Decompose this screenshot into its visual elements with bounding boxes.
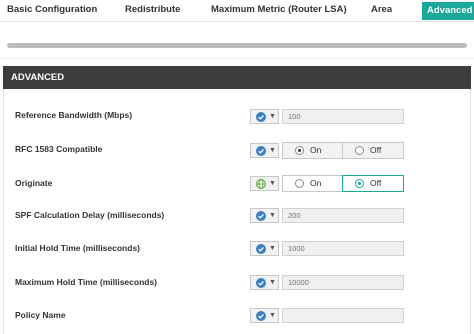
rfc1583-on-radio[interactable]: On (282, 142, 343, 159)
originate-off-radio[interactable]: Off (342, 175, 404, 192)
rfc1583-radio-group: On Off (282, 142, 405, 159)
spf-delay-source-dropdown[interactable]: ▼ (250, 208, 279, 223)
maximum-hold-time-label: Maximum Hold Time (milliseconds) (15, 277, 158, 287)
chevron-down-icon: ▼ (269, 113, 276, 120)
originate-on-label: On (310, 178, 322, 188)
policy-name-source-dropdown[interactable]: ▼ (250, 308, 279, 323)
chevron-down-icon: ▼ (269, 180, 276, 187)
policy-name-input[interactable] (282, 308, 404, 323)
policy-name-label: Policy Name (15, 310, 66, 320)
initial-hold-time-source-dropdown[interactable]: ▼ (250, 241, 279, 256)
section-header-advanced: ADVANCED (3, 66, 471, 89)
rfc1583-off-label: Off (370, 145, 382, 155)
reference-bandwidth-label: Reference Bandwidth (Mbps) (15, 110, 133, 120)
horizontal-scrollbar[interactable] (7, 43, 467, 48)
spf-delay-label: SPF Calculation Delay (milliseconds) (15, 210, 165, 220)
originate-off-label: Off (370, 178, 382, 188)
initial-hold-time-input[interactable] (282, 241, 404, 256)
rfc1583-source-dropdown[interactable]: ▼ (250, 143, 279, 158)
check-circle-icon (256, 278, 266, 288)
spf-delay-input[interactable] (282, 208, 404, 223)
check-circle-icon (256, 244, 266, 254)
tab-area[interactable]: Area (371, 4, 392, 15)
chevron-down-icon: ▼ (269, 212, 276, 219)
chevron-down-icon: ▼ (269, 312, 276, 319)
originate-label: Originate (15, 178, 53, 188)
check-circle-icon (256, 211, 266, 221)
chevron-down-icon: ▼ (269, 279, 276, 286)
radio-checked-icon (355, 179, 364, 188)
reference-bandwidth-source-dropdown[interactable]: ▼ (250, 109, 279, 124)
check-circle-icon (256, 146, 266, 156)
chevron-down-icon: ▼ (269, 147, 276, 154)
radio-unchecked-icon (355, 146, 364, 155)
tab-advanced[interactable]: Advanced (422, 2, 474, 20)
globe-icon (256, 179, 266, 189)
check-circle-icon (256, 112, 266, 122)
rfc1583-on-label: On (310, 145, 322, 155)
tab-redistribute[interactable]: Redistribute (125, 4, 180, 15)
radio-unchecked-icon (295, 179, 304, 188)
maximum-hold-time-input[interactable] (282, 275, 404, 290)
check-circle-icon (256, 311, 266, 321)
originate-on-radio[interactable]: On (282, 175, 343, 192)
tab-basic-configuration[interactable]: Basic Configuration (7, 4, 97, 15)
originate-source-dropdown[interactable]: ▼ (250, 176, 279, 191)
divider (0, 58, 474, 59)
tab-maximum-metric[interactable]: Maximum Metric (Router LSA) (211, 4, 347, 15)
chevron-down-icon: ▼ (269, 245, 276, 252)
radio-checked-icon (295, 146, 304, 155)
initial-hold-time-label: Initial Hold Time (milliseconds) (15, 243, 141, 253)
originate-radio-group: On Off (282, 175, 405, 192)
scroll-area (0, 22, 474, 62)
rfc1583-compatible-label: RFC 1583 Compatible (15, 144, 103, 154)
rfc1583-off-radio[interactable]: Off (342, 142, 404, 159)
reference-bandwidth-input[interactable] (282, 109, 404, 124)
tab-bar: Basic Configuration Redistribute Maximum… (0, 0, 474, 22)
maximum-hold-time-source-dropdown[interactable]: ▼ (250, 275, 279, 290)
